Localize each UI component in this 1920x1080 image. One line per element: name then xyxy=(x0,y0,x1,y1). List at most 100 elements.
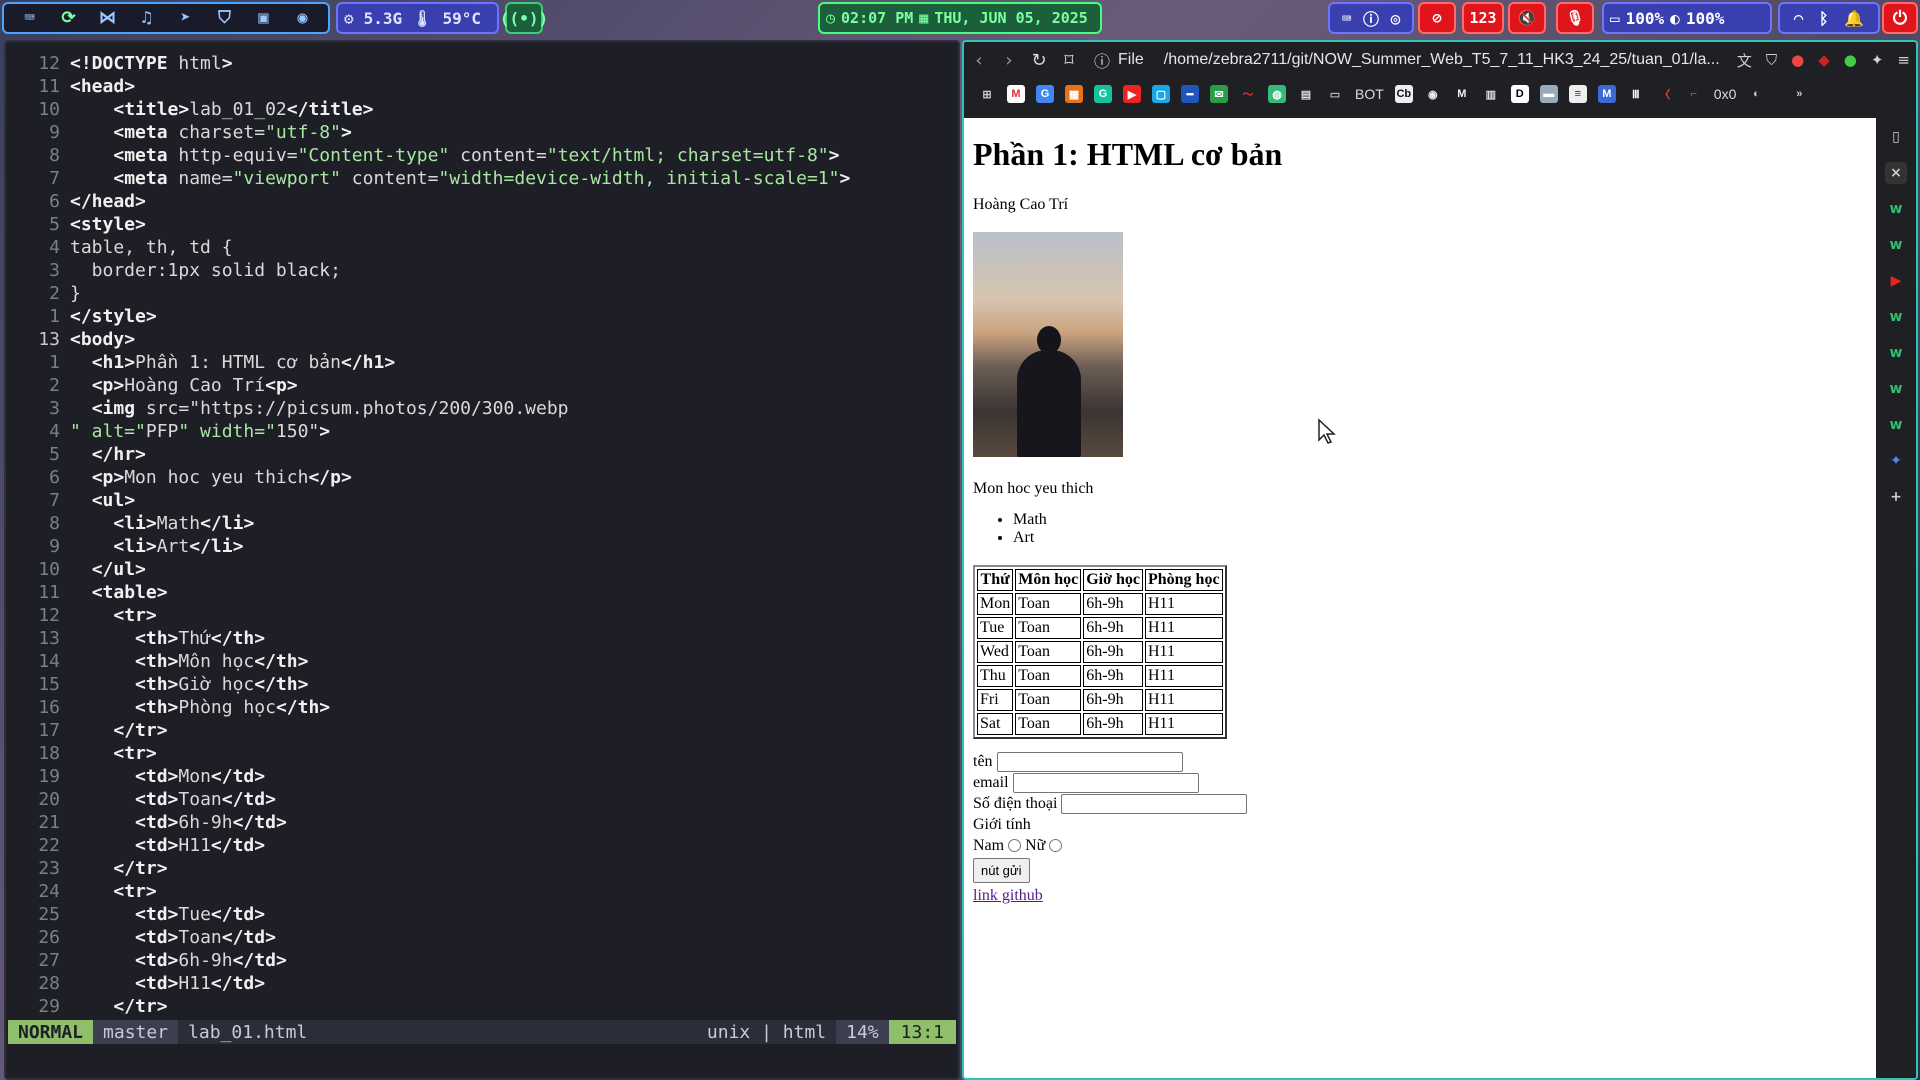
stack-icon[interactable]: ≡ xyxy=(1568,85,1587,103)
code-line[interactable]: 10 </ul> xyxy=(6,558,958,581)
code-line[interactable]: 17 </tr> xyxy=(6,719,958,742)
add-panel-icon[interactable]: + xyxy=(1885,486,1907,508)
code-line[interactable]: 7 <ul> xyxy=(6,489,958,512)
whatsapp-icon[interactable]: w xyxy=(1885,378,1907,400)
whatsapp-icon[interactable]: w xyxy=(1885,234,1907,256)
youtube-icon[interactable]: ▶ xyxy=(1885,270,1907,292)
code-line[interactable]: 11 <head> xyxy=(6,75,958,98)
code-line[interactable]: 14 <th>Môn học</th> xyxy=(6,650,958,673)
cb-icon[interactable]: Cb xyxy=(1394,85,1413,103)
clock[interactable]: ◷ 02:07 PM ▦ THU, JUN 05, 2025 xyxy=(818,2,1102,34)
code-line[interactable]: 7 <meta name="viewport" content="width=d… xyxy=(6,167,958,190)
office-icon[interactable]: ▦ xyxy=(1065,85,1083,103)
speaker-mute-button[interactable]: 🔇 xyxy=(1508,2,1546,34)
music-icon[interactable]: ♫ xyxy=(135,6,159,30)
code-line[interactable]: 9 <li>Art</li> xyxy=(6,535,958,558)
code-line[interactable]: 8 <meta http-equiv="Content-type" conten… xyxy=(6,144,958,167)
code-line[interactable]: 10 <title>lab_01_02</title> xyxy=(6,98,958,121)
code-line[interactable]: 12 <tr> xyxy=(6,604,958,627)
info-icon[interactable]: ⓘ xyxy=(1363,6,1379,30)
code-line[interactable]: 13 <th>Thứ</th> xyxy=(6,627,958,650)
bookmark-0x0[interactable]: 0x0 xyxy=(1714,86,1737,102)
notification-count[interactable]: 123 xyxy=(1462,2,1504,34)
code-line[interactable]: 18 <tr> xyxy=(6,742,958,765)
code-line[interactable]: 11 <table> xyxy=(6,581,958,604)
sidebar-toggle-icon[interactable]: ▯ xyxy=(1885,126,1907,148)
phone-input[interactable] xyxy=(1061,793,1248,814)
code-line[interactable]: 22 <td>H11</td> xyxy=(6,834,958,857)
forward-icon[interactable]: › xyxy=(994,45,1024,75)
back-icon[interactable]: ‹ xyxy=(964,45,994,75)
vscode-icon[interactable]: ⋈ xyxy=(96,6,120,30)
whatsapp-icon[interactable]: w xyxy=(1885,198,1907,220)
email-input[interactable] xyxy=(1012,772,1199,793)
code-line[interactable]: 1 </style> xyxy=(6,305,958,328)
apps-grid-icon[interactable]: ⊞ xyxy=(978,85,996,103)
code-line[interactable]: 9 <meta charset="utf-8"> xyxy=(6,121,958,144)
chat-icon[interactable]: ✉ xyxy=(1210,85,1228,103)
male-radio[interactable] xyxy=(1008,839,1022,852)
do-not-disturb-button[interactable]: ⊘ xyxy=(1418,2,1456,34)
extension-green-icon[interactable]: ● xyxy=(1844,51,1857,69)
keyboard-icon[interactable]: ⌨ xyxy=(1342,9,1352,28)
code-line[interactable]: 13 <body> xyxy=(6,328,958,351)
github-link[interactable]: link github xyxy=(973,885,1247,906)
mic-mute-button[interactable]: 🎙 xyxy=(1556,2,1594,34)
code-line[interactable]: 5 <style> xyxy=(6,213,958,236)
code-line[interactable]: 25 <td>Tue</td> xyxy=(6,903,958,926)
colorwheel-icon[interactable]: ◍ xyxy=(1268,85,1286,103)
shield-icon[interactable]: ⛉ xyxy=(213,6,237,30)
bluetooth-icon[interactable]: ᛒ xyxy=(1819,9,1829,28)
code-line[interactable]: 23 </tr> xyxy=(6,857,958,880)
brave-shield-icon[interactable]: ⛉ xyxy=(1766,51,1777,69)
bag-icon[interactable]: ▤ xyxy=(1297,85,1315,103)
flag-icon[interactable]: ━ xyxy=(1181,85,1199,103)
gemini-icon[interactable]: ✦ xyxy=(1885,450,1907,472)
bookmark-bot[interactable]: BOT xyxy=(1355,86,1384,102)
whatsapp-icon[interactable]: w xyxy=(1885,414,1907,436)
discord-icon[interactable]: ◎ xyxy=(1391,9,1401,28)
circle-icon[interactable]: ◐ xyxy=(1747,85,1765,103)
bookmark-icon[interactable]: ⌑ xyxy=(1054,45,1084,75)
card-icon[interactable]: ▬ xyxy=(1539,85,1558,103)
code-line[interactable]: 19 <td>Mon</td> xyxy=(6,765,958,788)
menu-icon[interactable]: ≡ xyxy=(1897,51,1910,69)
arrow-icon[interactable]: 〈 xyxy=(1656,85,1674,103)
medium-icon[interactable]: M xyxy=(1453,85,1471,103)
code-line[interactable]: 29 </tr> xyxy=(6,995,958,1018)
youtube-icon[interactable]: ▶ xyxy=(1123,85,1141,103)
extension-icon[interactable]: ● xyxy=(1791,51,1804,69)
telegram-icon[interactable]: ➤ xyxy=(174,6,198,30)
media-indicator[interactable]: ((•)) xyxy=(500,2,548,34)
code-line[interactable]: 3 <img src="https://picsum.photos/200/30… xyxy=(6,397,958,420)
m-blue-icon[interactable]: M xyxy=(1597,85,1616,103)
url-text[interactable]: /home/zebra2711/git/NOW_Summer_Web_T5_7_… xyxy=(1164,51,1720,69)
terminal-icon[interactable]: ⌨ xyxy=(18,6,42,30)
code-line[interactable]: 12 <!DOCTYPE html> xyxy=(6,52,958,75)
gmail-icon[interactable]: M xyxy=(1007,85,1025,103)
code-line[interactable]: 2} xyxy=(6,282,958,305)
whatsapp-icon[interactable]: w xyxy=(1885,342,1907,364)
gamepad-icon[interactable]: ◉ xyxy=(291,6,315,30)
code-editor[interactable]: 12 <!DOCTYPE html> 11 <head> 10 <title>lab_0… xyxy=(4,40,960,1080)
bars-icon[interactable]: Ⅲ xyxy=(1627,85,1645,103)
info-icon[interactable]: ⓘ xyxy=(1094,48,1110,72)
puzzle-icon[interactable]: ✦ xyxy=(1871,51,1884,69)
whatsapp-icon[interactable]: w xyxy=(1885,306,1907,328)
code-line[interactable]: 3 border:1px solid black; xyxy=(6,259,958,282)
address-bar[interactable]: ⓘ File /home/zebra2711/git/NOW_Summer_We… xyxy=(1094,48,1720,72)
wave-icon[interactable]: 〜 xyxy=(1239,85,1257,103)
github-icon[interactable]: ◉ xyxy=(1424,85,1442,103)
translate-icon[interactable]: 文 xyxy=(1737,50,1752,71)
translate-bookmark-icon[interactable]: G xyxy=(1036,85,1054,103)
volume-brightness[interactable]: ▭ 100% ◐ 100% xyxy=(1602,2,1772,34)
code-line[interactable]: 20 <td>Toan</td> xyxy=(6,788,958,811)
code-area[interactable]: 12 <!DOCTYPE html> 11 <head> 10 <title>lab_0… xyxy=(6,52,958,1018)
code-line[interactable]: 28 <td>H11</td> xyxy=(6,972,958,995)
female-radio[interactable] xyxy=(1049,839,1063,852)
code-line[interactable]: 1 <h1>Phần 1: HTML cơ bản</h1> xyxy=(6,351,958,374)
files-icon[interactable]: ▣ xyxy=(252,6,276,30)
submit-button[interactable]: nút gửi xyxy=(973,858,1030,883)
bilibili-icon[interactable]: ▢ xyxy=(1152,85,1170,103)
code-line[interactable]: 26 <td>Toan</td> xyxy=(6,926,958,949)
